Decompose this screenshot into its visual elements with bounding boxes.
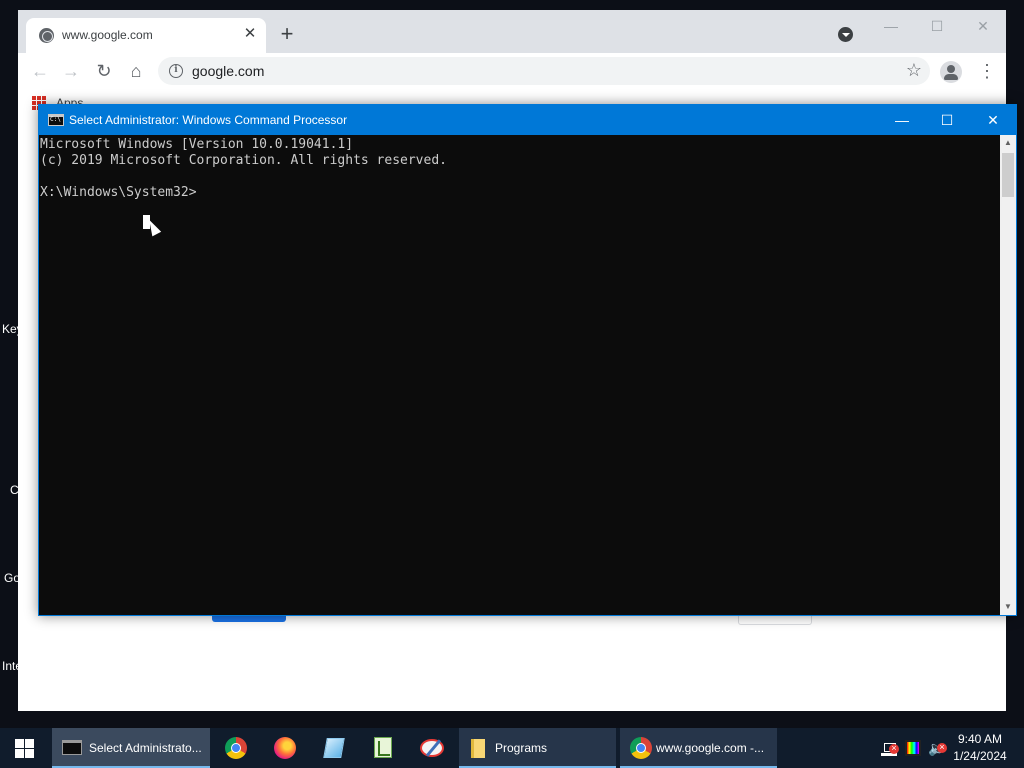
bookmark-star-icon[interactable]: ☆ — [906, 60, 922, 81]
browser-tab[interactable]: www.google.com ✕ — [26, 18, 266, 53]
system-clock[interactable]: 9:40 AM 1/24/2024 — [944, 731, 1016, 765]
tab-title: www.google.com — [62, 28, 153, 42]
chrome-icon — [225, 737, 247, 759]
cmd-close-button[interactable]: ✕ — [970, 105, 1016, 135]
home-button[interactable]: ⌂ — [124, 60, 148, 84]
taskbar-item-spreadsheet[interactable] — [359, 728, 407, 768]
cmd-app-icon[interactable] — [48, 114, 64, 126]
cmd-window: Select Administrator: Windows Command Pr… — [38, 104, 1017, 616]
chrome-menu-button[interactable]: ⋮ — [978, 61, 996, 83]
firefox-icon — [274, 737, 296, 759]
minimize-button[interactable]: — — [876, 18, 906, 38]
chrome-icon — [630, 737, 652, 759]
taskbar-item-notepad[interactable] — [310, 728, 358, 768]
forward-button[interactable]: → — [59, 60, 83, 84]
chrome-tab-strip: www.google.com ✕ + — ☐ ✕ — [18, 10, 1006, 53]
notepad-icon — [323, 738, 345, 758]
start-button[interactable] — [0, 728, 48, 768]
cmd-scrollbar[interactable]: ▲ ▼ — [1000, 135, 1016, 615]
paint-icon — [420, 739, 444, 757]
info-icon[interactable]: i — [169, 64, 183, 78]
taskbar: Select Administrato... Programs www.goog… — [0, 728, 1024, 768]
new-tab-button[interactable]: + — [276, 23, 298, 46]
back-button[interactable]: ← — [28, 60, 52, 84]
profile-avatar-icon[interactable] — [940, 61, 962, 83]
volume-muted-icon[interactable]: 🔈 — [928, 740, 947, 756]
scroll-down-arrow-icon[interactable]: ▼ — [1000, 599, 1016, 615]
reload-button[interactable]: ↻ — [92, 60, 116, 84]
taskbar-item-cmd[interactable]: Select Administrato... — [52, 728, 210, 768]
clock-date: 1/24/2024 — [953, 749, 1007, 763]
taskbar-item-programs[interactable]: Programs — [459, 728, 616, 768]
taskbar-item-chrome[interactable] — [212, 728, 260, 768]
cmd-icon — [62, 740, 82, 755]
windows-logo-icon — [15, 739, 34, 758]
cmd-title-bar[interactable]: Select Administrator: Windows Command Pr… — [39, 105, 1016, 135]
taskbar-item-label: Select Administrato... — [89, 741, 202, 755]
close-button[interactable]: ✕ — [968, 18, 998, 38]
scroll-up-arrow-icon[interactable]: ▲ — [1000, 135, 1016, 151]
tab-close-button[interactable]: ✕ — [240, 24, 260, 44]
taskbar-item-firefox[interactable] — [261, 728, 309, 768]
tab-search-icon[interactable] — [838, 27, 853, 42]
taskbar-item-chrome-window[interactable]: www.google.com -... — [620, 728, 777, 768]
cmd-window-title: Select Administrator: Windows Command Pr… — [69, 113, 348, 127]
folder-icon — [471, 739, 485, 758]
maximize-button[interactable]: ☐ — [922, 18, 952, 38]
display-color-icon[interactable] — [905, 740, 921, 756]
taskbar-item-paint[interactable] — [408, 728, 456, 768]
taskbar-item-label: Programs — [495, 741, 548, 755]
address-bar[interactable]: i google.com ☆ — [158, 57, 930, 85]
console-line: (c) 2019 Microsoft Corporation. All righ… — [40, 153, 447, 168]
console-line: Microsoft Windows [Version 10.0.19041.1] — [40, 137, 354, 152]
browser-toolbar: ← → ↻ ⌂ i google.com ☆ ⋮ — [18, 53, 1006, 90]
spreadsheet-icon — [374, 737, 392, 758]
console-prompt[interactable]: X:\Windows\System32> — [40, 185, 197, 200]
network-icon[interactable] — [881, 740, 899, 756]
console-output[interactable]: Microsoft Windows [Version 10.0.19041.1]… — [39, 135, 1000, 615]
cmd-maximize-button[interactable]: ☐ — [924, 105, 970, 135]
cmd-minimize-button[interactable]: — — [879, 105, 925, 135]
clock-time: 9:40 AM — [957, 732, 1003, 746]
address-url[interactable]: google.com — [192, 63, 264, 79]
globe-icon — [39, 28, 54, 43]
taskbar-item-label: www.google.com -... — [656, 741, 765, 755]
scroll-thumb[interactable] — [1002, 153, 1014, 197]
